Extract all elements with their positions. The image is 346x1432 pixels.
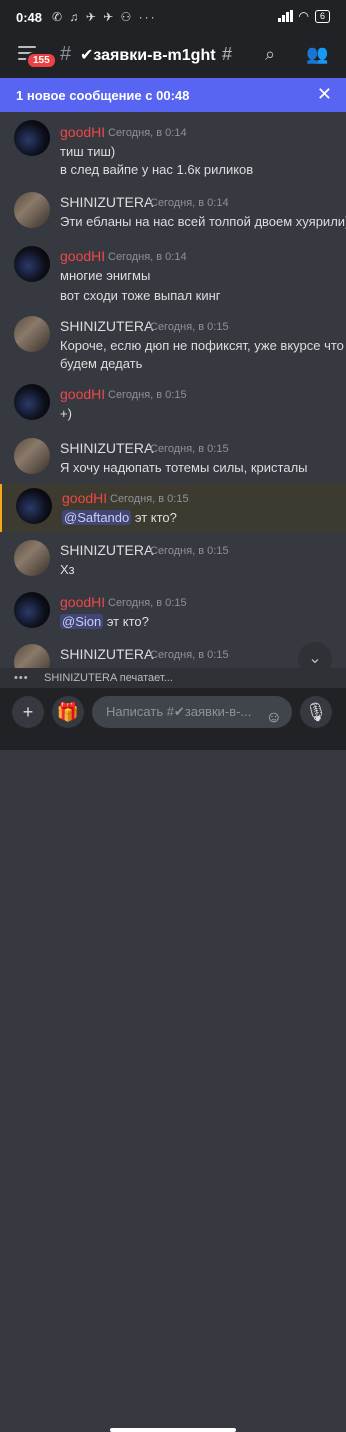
timestamp: Сегодня, в 0:15 xyxy=(110,493,189,505)
emoji-icon[interactable]: ☺ xyxy=(266,702,282,734)
new-messages-banner[interactable]: 1 новое сообщение с 00:48 ✕ xyxy=(0,78,346,112)
username[interactable]: goodHI xyxy=(60,248,105,264)
message-list[interactable]: goodHI Сегодня, в 0:14 тиш тиш) в след в… xyxy=(0,112,346,672)
add-button[interactable]: + xyxy=(12,696,44,728)
timestamp: Сегодня, в 0:14 xyxy=(108,127,187,139)
avatar[interactable] xyxy=(14,246,50,282)
avatar[interactable] xyxy=(14,316,50,352)
message[interactable]: SHINIZUTERA Сегодня, в 0:15 Короче, еслю… xyxy=(0,314,346,374)
channel-header: 155 # ✔заявки-в-m1ght # ⌕ 👥 xyxy=(0,34,346,78)
timestamp: Сегодня, в 0:15 xyxy=(150,443,229,455)
battery-icon: 6 xyxy=(314,9,330,23)
timestamp: Сегодня, в 0:15 xyxy=(150,649,229,661)
timestamp: Сегодня, в 0:15 xyxy=(150,321,229,333)
timestamp: Сегодня, в 0:15 xyxy=(108,389,187,401)
message-text: @Sion эт кто? xyxy=(60,614,149,629)
timestamp: Сегодня, в 0:15 xyxy=(150,545,229,557)
signal-icon xyxy=(277,10,293,22)
timestamp: Сегодня, в 0:14 xyxy=(150,197,229,209)
avatar[interactable] xyxy=(16,488,52,524)
message-text: Я хочу надюпать тотемы силы, кристалы xyxy=(60,460,308,475)
voice-button[interactable]: 🎙 xyxy=(300,696,332,728)
members-icon[interactable]: 👥 xyxy=(306,44,328,65)
username[interactable]: goodHI xyxy=(60,124,105,140)
username[interactable]: goodHI xyxy=(60,594,105,610)
timestamp: Сегодня, в 0:15 xyxy=(108,597,187,609)
gift-button[interactable]: 🎁 xyxy=(52,696,84,728)
username[interactable]: SHINIZUTERA xyxy=(60,646,153,662)
message-text: @Saftando эт кто? xyxy=(62,510,177,525)
message[interactable]: goodHI Сегодня, в 0:14 тиш тиш) в след в… xyxy=(0,116,346,177)
username[interactable]: goodHI xyxy=(60,386,105,402)
notification-icons: ✆ ♫ ✈ ✈ ⚇ ··· xyxy=(52,10,157,24)
username[interactable]: SHINIZUTERA xyxy=(60,194,153,210)
new-messages-text: 1 новое сообщение с 00:48 xyxy=(16,88,190,103)
message[interactable]: goodHI Сегодня, в 0:15 +) xyxy=(0,382,346,426)
avatar[interactable] xyxy=(14,192,50,228)
message[interactable]: SHINIZUTERA Сегодня, в 0:14 Эти ебланы н… xyxy=(0,190,346,234)
message-input[interactable]: Написать #✔заявки-в-... ☺ xyxy=(92,696,292,728)
home-indicator xyxy=(110,1428,236,1432)
message-input-placeholder: Написать #✔заявки-в-... xyxy=(106,704,252,719)
typing-indicator: ••• SHINIZUTERA печатает... xyxy=(0,668,346,688)
message-text: Короче, еслю дюп не пофиксят, уже вкурсе… xyxy=(60,338,344,353)
search-icon[interactable]: ⌕ xyxy=(265,44,275,65)
typing-text: SHINIZUTERA печатает... xyxy=(44,672,173,684)
close-icon[interactable]: ✕ xyxy=(317,84,332,105)
message[interactable]: SHINIZUTERA Сегодня, в 0:15 Хз xyxy=(0,538,346,582)
microphone-icon: 🎙 xyxy=(304,702,328,722)
user-mention[interactable]: @Sion xyxy=(60,614,104,629)
plus-icon: + xyxy=(22,702,34,722)
message-composer: + 🎁 Написать #✔заявки-в-... ☺ 🎙 xyxy=(0,688,346,1432)
status-time: 0:48 xyxy=(16,10,43,25)
message[interactable]: goodHI Сегодня, в 0:15 @Sion эт кто? xyxy=(0,590,346,636)
message-text: вот сходи тоже выпал кинг xyxy=(60,288,221,303)
username[interactable]: goodHI xyxy=(62,490,107,506)
message-text: Эти ебланы на нас всей толпой двоем хуяр… xyxy=(60,214,346,229)
channel-hash-icon: # xyxy=(60,43,72,65)
wifi-icon: ◠ xyxy=(298,9,309,23)
message-text: тиш тиш) xyxy=(60,144,116,159)
threads-icon[interactable]: # xyxy=(222,44,232,65)
timestamp: Сегодня, в 0:14 xyxy=(108,251,187,263)
username[interactable]: SHINIZUTERA xyxy=(60,542,153,558)
avatar[interactable] xyxy=(14,438,50,474)
message[interactable]: SHINIZUTERA Сегодня, в 0:15 Я хочу надюп… xyxy=(0,436,346,480)
message-text: будем дедать xyxy=(60,356,143,371)
avatar[interactable] xyxy=(14,384,50,420)
message-highlighted[interactable]: goodHI Сегодня, в 0:15 @Saftando эт кто? xyxy=(0,484,346,532)
avatar[interactable] xyxy=(14,120,50,156)
chevron-down-icon: ⌄ xyxy=(308,650,322,667)
message-text: +) xyxy=(60,406,72,421)
typing-dots-icon: ••• xyxy=(14,672,29,684)
message[interactable]: goodHI Сегодня, в 0:14 многие энигмы вот… xyxy=(0,244,346,304)
message-text: Хз xyxy=(60,562,75,577)
avatar[interactable] xyxy=(14,592,50,628)
message-text: многие энигмы xyxy=(60,268,151,283)
status-bar: 0:48 ✆ ♫ ✈ ✈ ⚇ ··· ◠ 6 xyxy=(0,0,346,34)
message-text: в след вайпе у нас 1.6к риликов xyxy=(60,162,254,177)
username[interactable]: SHINIZUTERA xyxy=(60,440,153,456)
unread-badge: 155 xyxy=(26,52,57,69)
avatar[interactable] xyxy=(14,540,50,576)
channel-title[interactable]: ✔заявки-в-m1ght xyxy=(80,45,216,65)
username[interactable]: SHINIZUTERA xyxy=(60,318,153,334)
gift-icon: 🎁 xyxy=(56,702,80,722)
user-mention[interactable]: @Saftando xyxy=(62,510,132,525)
